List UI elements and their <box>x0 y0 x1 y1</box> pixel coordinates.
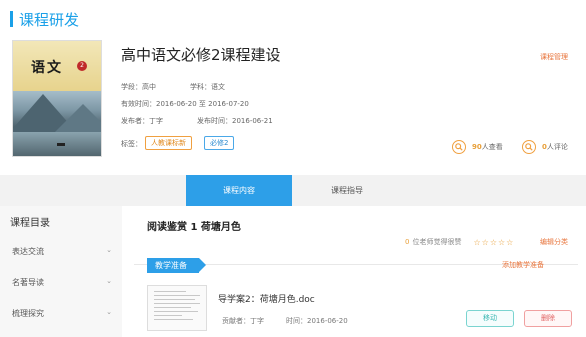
thumb-line <box>154 303 200 304</box>
sidebar-item-label: 梳理探究 <box>12 309 44 318</box>
publisher-field: 发布者：丁字 <box>121 116 163 126</box>
comment-icon <box>522 140 536 154</box>
course-title: 高中语文必修2课程建设 <box>121 46 281 64</box>
contributor-field: 贡献者：丁字 <box>222 316 264 326</box>
thumb-line <box>154 307 191 308</box>
sidebar-heading: 课程目录 <box>10 218 50 229</box>
thumb-line <box>154 315 182 316</box>
tab-bar: 课程内容 课程指导 <box>0 175 586 206</box>
views-count: 90 <box>472 143 482 151</box>
document-thumbnail[interactable] <box>147 285 207 331</box>
subject-field: 学科：语文 <box>190 82 225 92</box>
thumb-line <box>154 291 187 292</box>
cover-mountain-2 <box>53 104 101 134</box>
publish-time-value: 2016-06-21 <box>232 117 273 125</box>
course-cover-image: 语文 2 <box>12 40 102 157</box>
comments-stat: 0 人评论 <box>522 140 568 154</box>
valid-time-field: 有效时间：2016-06-20 至 2016-07-20 <box>121 99 249 109</box>
views-label: 人查看 <box>481 143 503 151</box>
page-header: 课程研发 <box>10 8 79 30</box>
star-rating[interactable]: ☆☆☆☆☆ <box>473 238 514 247</box>
views-stat: 90 人查看 <box>452 140 503 154</box>
document-time-field: 时间：2016-06-20 <box>286 316 348 326</box>
document-name-link[interactable]: 导学案2：荷塘月色.doc <box>218 292 315 305</box>
move-button[interactable]: 移动 <box>466 310 514 327</box>
page-title: 课程研发 <box>19 10 80 29</box>
valid-start: 2016-06-20 <box>156 100 197 108</box>
stage-label: 学段： <box>121 83 142 91</box>
subject-label: 学科： <box>190 83 211 91</box>
thumb-line <box>154 295 200 296</box>
valid-time-label: 有效时间： <box>121 100 156 108</box>
contributor-label: 贡献者： <box>222 317 250 325</box>
rating-text: 位老师觉得很赞 <box>412 238 462 246</box>
valid-end: 2016-07-20 <box>208 100 249 108</box>
tag-bixiu2[interactable]: 必修2 <box>204 136 235 150</box>
cover-title: 语文 <box>31 60 63 76</box>
document-time-value: 2016-06-20 <box>307 317 348 325</box>
valid-to: 至 <box>198 100 206 108</box>
lesson-title: 阅读鉴赏 1 荷塘月色 <box>147 222 241 233</box>
edit-category-link[interactable]: 编辑分类 <box>540 237 568 247</box>
comments-label: 人评论 <box>546 143 568 151</box>
chevron-down-icon: ⌄ <box>106 246 112 254</box>
chevron-down-icon: ⌄ <box>106 308 112 316</box>
section-tag-teaching-prep: 教学准备 <box>147 258 206 273</box>
tab-course-guidance[interactable]: 课程指导 <box>292 175 402 206</box>
search-icon <box>452 140 466 154</box>
tag-renjiao[interactable]: 人教课标新 <box>145 136 192 150</box>
sidebar-item-shuli[interactable]: 梳理探究 ⌄ <box>12 308 112 319</box>
rating-line: 0 位老师觉得很赞 ☆☆☆☆☆ <box>405 237 514 247</box>
sidebar-item-mingzhu[interactable]: 名著导读 ⌄ <box>12 277 112 288</box>
stage-field: 学段：高中 <box>121 82 156 92</box>
cover-boat <box>57 143 65 146</box>
publish-time-field: 发布时间：2016-06-21 <box>197 116 273 126</box>
thumb-line <box>154 319 194 320</box>
course-catalog-sidebar: 课程目录 表达交流 ⌄ 名著导读 ⌄ 梳理探究 ⌄ <box>0 206 122 337</box>
rating-count: 0 <box>405 238 410 246</box>
document-time-label: 时间： <box>286 317 307 325</box>
publish-time-label: 发布时间： <box>197 117 232 125</box>
tags-label: 标签： <box>121 140 142 148</box>
stage-value: 高中 <box>142 83 156 91</box>
contributor-value: 丁字 <box>250 317 264 325</box>
tab-course-content[interactable]: 课程内容 <box>186 175 292 206</box>
delete-button[interactable]: 删除 <box>524 310 572 327</box>
publisher-label: 发布者： <box>121 117 149 125</box>
add-teaching-prep-link[interactable]: 添加教学准备 <box>502 260 544 270</box>
subject-value: 语文 <box>211 83 225 91</box>
course-manage-link[interactable]: 课程管理 <box>540 52 568 62</box>
cover-volume-badge: 2 <box>77 61 87 71</box>
thumb-line <box>154 299 196 300</box>
sidebar-item-label: 表达交流 <box>12 247 44 256</box>
sidebar-item-label: 名著导读 <box>12 278 44 287</box>
publisher-value: 丁字 <box>149 117 163 125</box>
chevron-down-icon: ⌄ <box>106 277 112 285</box>
sidebar-item-biaoda[interactable]: 表达交流 ⌄ <box>12 246 112 257</box>
thumb-line <box>154 311 198 312</box>
header-accent-bar <box>10 11 13 27</box>
